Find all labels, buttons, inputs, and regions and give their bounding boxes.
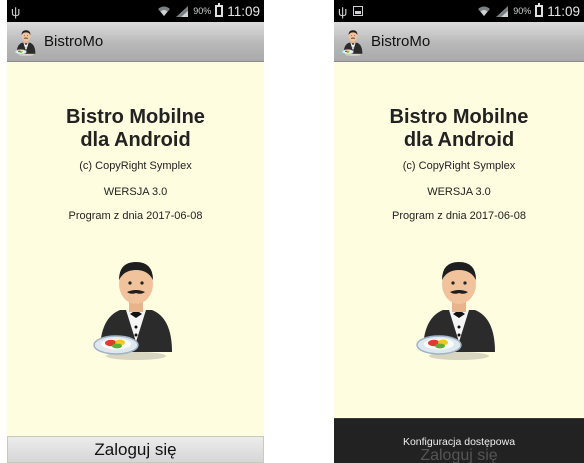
program-date-text: Program z dnia 2017-06-08 bbox=[392, 210, 526, 222]
wifi-icon bbox=[478, 6, 491, 16]
status-bar: ψ 90% 11:09 bbox=[7, 0, 264, 22]
status-bar: ψ 90% 11:09 bbox=[334, 0, 584, 22]
battery-icon bbox=[215, 3, 224, 17]
clock: 11:09 bbox=[547, 3, 580, 19]
waiter-icon[interactable] bbox=[13, 27, 39, 57]
toast-message: Konfiguracja dostępowa bbox=[402, 436, 516, 448]
action-bar: BistroMo bbox=[334, 22, 584, 62]
version-text: WERSJA 3.0 bbox=[103, 186, 168, 198]
app-name: BistroMo bbox=[44, 33, 104, 50]
app-title: Bistro Mobilne dla Android bbox=[334, 106, 584, 152]
app-title-line1: Bistro Mobilne bbox=[389, 106, 529, 128]
login-button[interactable]: Zaloguj się bbox=[7, 436, 264, 463]
app-name: BistroMo bbox=[371, 33, 431, 50]
battery-percent: 90% bbox=[193, 6, 212, 16]
copyright-text: (c) CopyRight Symplex bbox=[79, 160, 192, 172]
version-text: WERSJA 3.0 bbox=[427, 186, 491, 198]
toast-bar: Zaloguj się Konfiguracja dostępowa bbox=[334, 418, 584, 463]
app-title-line2: dla Android bbox=[403, 129, 515, 151]
action-bar: BistroMo bbox=[7, 22, 264, 62]
phone-screen-left: ψ 90% 11:09 BistroMo Bistro Mobilne dla … bbox=[7, 0, 264, 463]
signal-icon bbox=[496, 6, 509, 17]
wifi-icon bbox=[158, 6, 171, 16]
phone-screen-right: ψ 90% 11:09 BistroMo Bistro Mobilne dla … bbox=[334, 0, 584, 463]
waiter-logo-icon bbox=[409, 252, 509, 362]
about-content: Bistro Mobilne dla Android (c) CopyRight… bbox=[7, 62, 264, 362]
program-date-text: Program z dnia 2017-06-08 bbox=[68, 210, 203, 222]
about-content: Bistro Mobilne dla Android (c) CopyRight… bbox=[334, 62, 584, 362]
signal-icon bbox=[176, 6, 189, 17]
waiter-icon[interactable] bbox=[340, 27, 366, 57]
battery-percent: 90% bbox=[513, 6, 532, 16]
usb-icon: ψ bbox=[11, 3, 21, 19]
copyright-text: (c) CopyRight Symplex bbox=[402, 160, 516, 172]
login-button-behind-toast[interactable]: Zaloguj się bbox=[334, 447, 584, 463]
battery-icon bbox=[535, 3, 544, 17]
app-title: Bistro Mobilne dla Android bbox=[7, 106, 264, 152]
app-title-line2: dla Android bbox=[80, 129, 191, 151]
clock: 11:09 bbox=[227, 3, 260, 19]
waiter-logo-icon bbox=[86, 252, 186, 362]
image-notification-icon bbox=[353, 6, 364, 16]
app-title-line1: Bistro Mobilne bbox=[66, 106, 205, 128]
usb-icon: ψ bbox=[338, 3, 348, 19]
